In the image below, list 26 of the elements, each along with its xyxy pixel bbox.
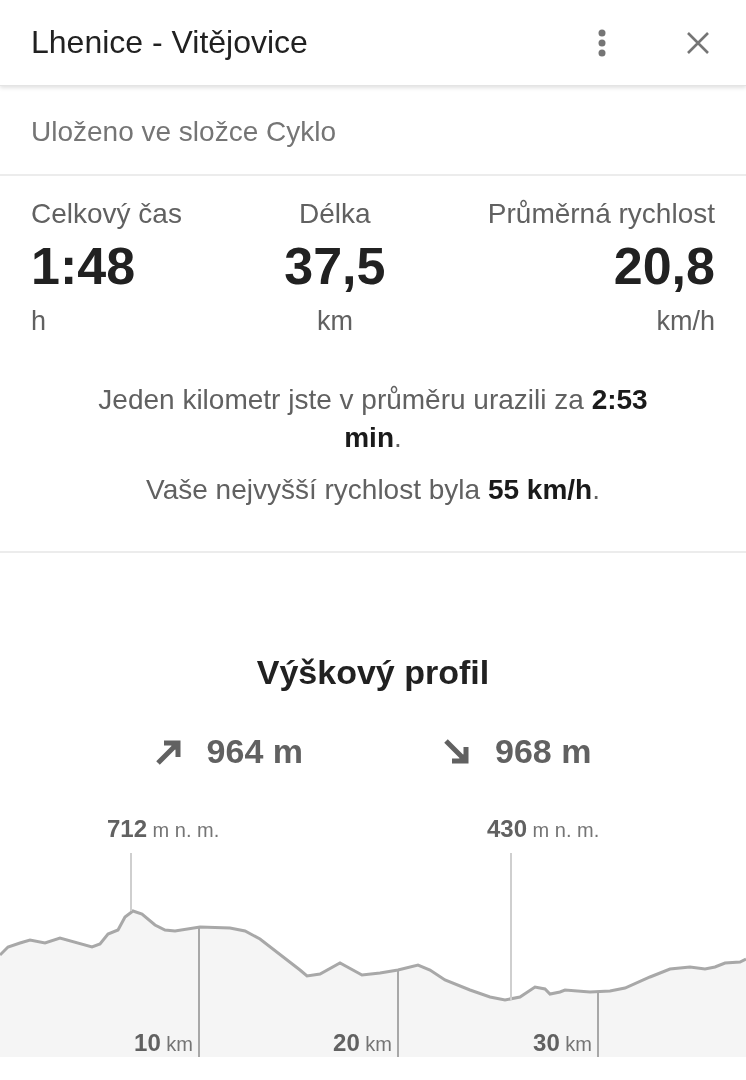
distance-label: 30 km bbox=[533, 1029, 592, 1057]
stat-label: Průměrná rychlost bbox=[487, 198, 715, 230]
distance-line bbox=[597, 990, 599, 1057]
altitude-label: 430 m n. m. bbox=[487, 815, 600, 843]
section-title: Výškový profil bbox=[256, 653, 490, 692]
leader-line bbox=[130, 852, 132, 912]
stat-unit: h bbox=[31, 306, 47, 337]
folder-label: Uloženo ve složce Cyklo bbox=[0, 86, 746, 176]
elevation-total: 964 m bbox=[206, 732, 303, 771]
altitude-label: 712 m n. m. bbox=[107, 815, 220, 843]
stat-value: 37,5 bbox=[284, 236, 386, 296]
stat-value: 1:48 bbox=[31, 236, 136, 296]
route-title: Lhenice - Vitějovice bbox=[31, 24, 309, 61]
summary-text: Vaše nejvyšší rychlost byla 55 km/h. bbox=[145, 473, 601, 507]
stat-label: Celkový čas bbox=[31, 198, 182, 230]
distance-label: 20 km bbox=[333, 1029, 392, 1057]
elevation-total: 968 m bbox=[495, 732, 592, 771]
close-icon bbox=[686, 30, 710, 55]
stat-unit: km/h bbox=[656, 306, 715, 337]
distance-label: 10 km bbox=[134, 1029, 193, 1057]
summary-text: Jeden kilometr jste v průměru urazili za 2:53 min. bbox=[97, 383, 649, 455]
stat-unit: km bbox=[316, 306, 353, 337]
stat-label: Délka bbox=[299, 198, 371, 230]
stat-value: 20,8 bbox=[613, 236, 715, 296]
more-icon bbox=[598, 28, 606, 57]
descent-arrow-icon bbox=[443, 737, 471, 766]
